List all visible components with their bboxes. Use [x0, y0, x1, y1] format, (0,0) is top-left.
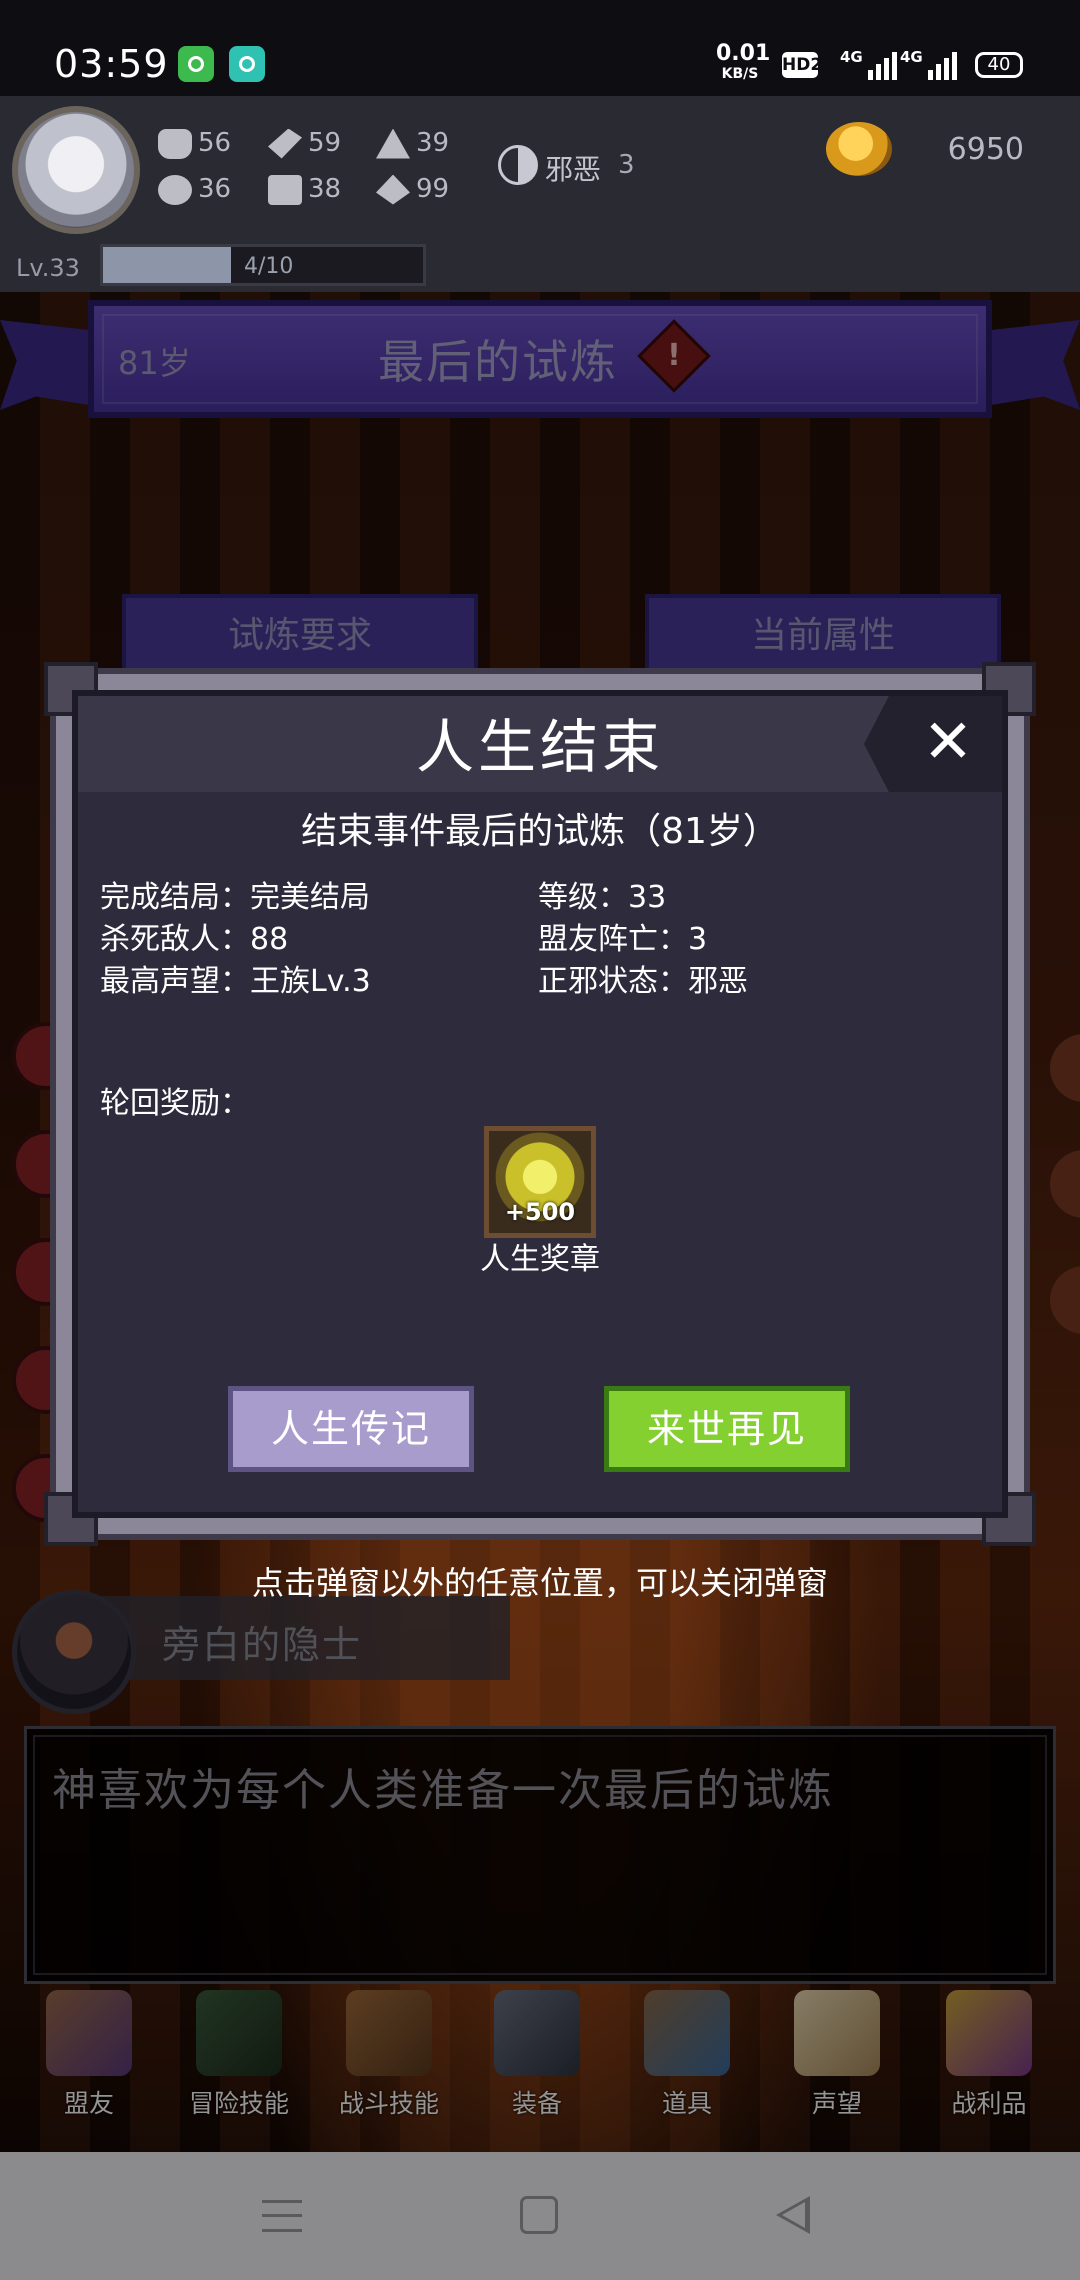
stat-strength-value: 56 — [198, 128, 232, 158]
next-life-button[interactable]: 来世再见 — [604, 1386, 850, 1472]
stat-magic: 39 — [376, 128, 449, 162]
stat-agility: 59 — [268, 128, 341, 162]
stat-magic-value: 39 — [416, 128, 450, 158]
yin-yang-icon — [498, 145, 538, 185]
reward-amount: +500 — [504, 1198, 576, 1226]
signal-icon: 4G — [840, 48, 902, 80]
gold-coin-icon — [826, 122, 892, 176]
hd-icon: HD2 — [782, 52, 822, 78]
lotus-icon — [376, 174, 410, 205]
signal-label: 4G — [900, 48, 923, 66]
karma-value: 3 — [618, 150, 635, 180]
home-icon[interactable] — [520, 2196, 558, 2234]
network-speed: 0.01 KB/S — [716, 43, 770, 84]
status-time: 03:59 — [54, 42, 169, 86]
stat-spirit-value: 99 — [416, 174, 450, 204]
reward-name: 人生奖章 — [480, 1242, 600, 1277]
alignment-info: 正邪状态：邪恶 — [538, 964, 748, 999]
stat-luck: 36 — [158, 174, 231, 208]
wizard-hat-icon — [376, 128, 410, 159]
end-event-text: 结束事件最后的试炼（81岁） — [301, 811, 779, 852]
stat-luck-value: 36 — [198, 174, 232, 204]
xp-text: 4/10 — [244, 254, 294, 279]
player-level: Lv.33 — [16, 254, 80, 282]
network-speed-value: 0.01 — [716, 41, 771, 66]
signal-icon: 4G — [900, 48, 962, 80]
stat-strength: 56 — [158, 128, 231, 162]
kills-info: 杀死敌人：88 — [100, 922, 289, 957]
armor-icon — [268, 174, 302, 205]
back-icon[interactable] — [776, 2196, 814, 2234]
stat-defense-value: 38 — [308, 174, 342, 204]
app-notification-icon — [178, 46, 214, 82]
biography-button[interactable]: 人生传记 — [228, 1386, 474, 1472]
stat-agility-value: 59 — [308, 128, 342, 158]
stat-defense: 38 — [268, 174, 341, 208]
rewards-label: 轮回奖励： — [100, 1086, 250, 1121]
signal-label: 4G — [840, 48, 863, 66]
xp-fill — [103, 247, 231, 283]
close-hint: 点击弹窗以外的任意位置，可以关闭弹窗 — [251, 1564, 828, 1602]
network-speed-unit: KB/S — [721, 66, 759, 82]
fist-icon — [158, 128, 192, 159]
close-icon[interactable]: ✕ — [908, 702, 988, 782]
reputation-info: 最高声望：王族Lv.3 — [100, 964, 371, 999]
level-info: 等级：33 — [538, 880, 667, 915]
ending-info: 完成结局：完美结局 — [100, 880, 370, 915]
gold-amount: 6950 — [947, 132, 1024, 167]
stat-spirit: 99 — [376, 174, 449, 208]
menu-icon[interactable] — [262, 2200, 302, 2232]
karma-label: 邪恶 — [545, 153, 602, 186]
battery-icon: 40 — [975, 52, 1023, 78]
avatar[interactable] — [12, 106, 140, 234]
allies-lost-info: 盟友阵亡：3 — [538, 922, 708, 957]
clover-icon — [158, 174, 192, 205]
app-notification-icon — [229, 46, 265, 82]
boot-icon — [268, 128, 302, 159]
